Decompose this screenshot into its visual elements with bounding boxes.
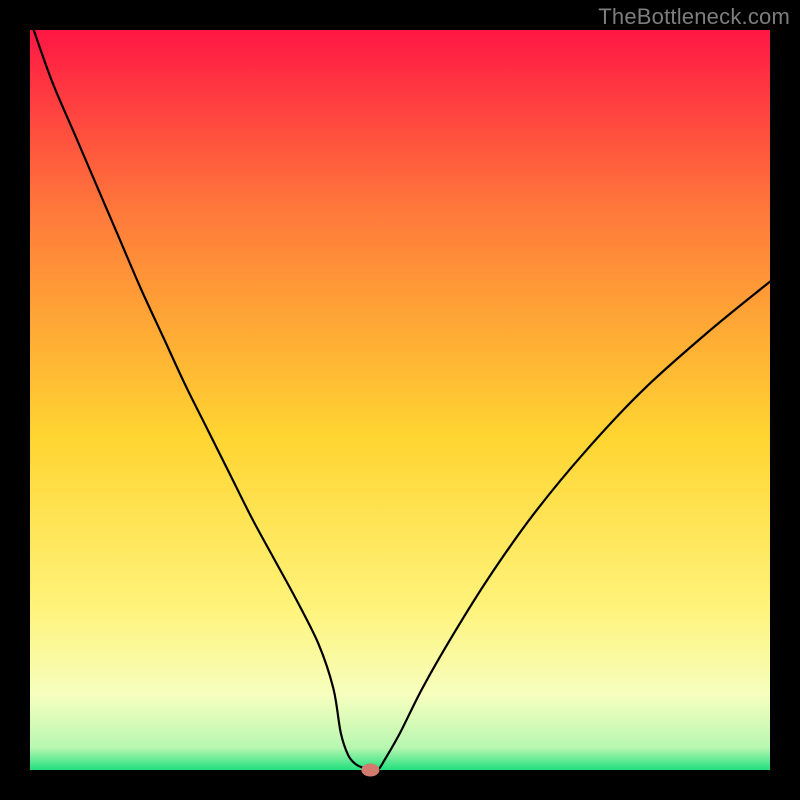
optimum-marker <box>361 764 379 777</box>
bottleneck-chart <box>0 0 800 800</box>
plot-area <box>30 30 770 770</box>
watermark-text: TheBottleneck.com <box>598 4 790 30</box>
chart-frame: TheBottleneck.com <box>0 0 800 800</box>
